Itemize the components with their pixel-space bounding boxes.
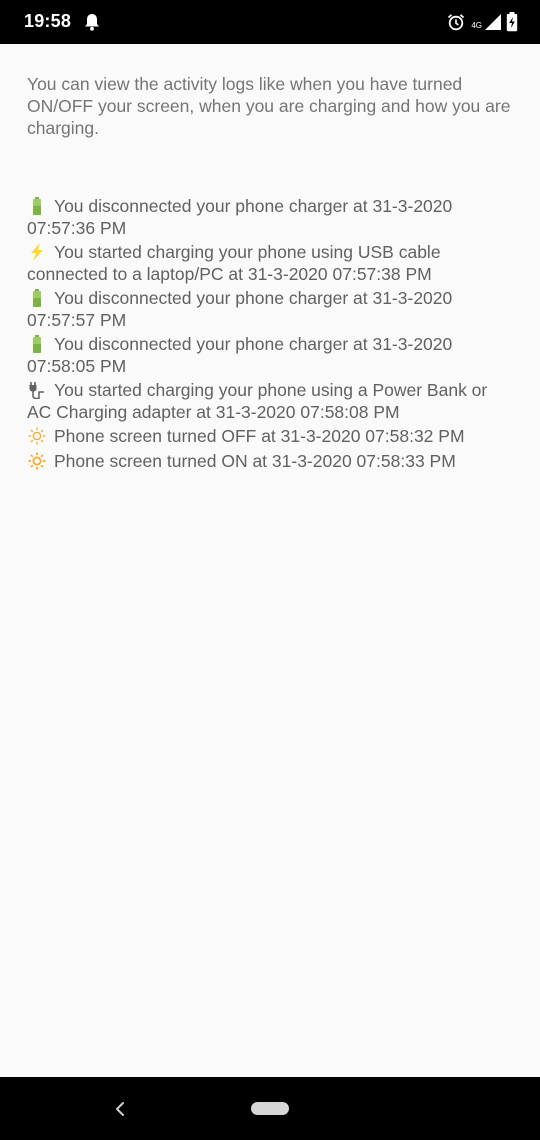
network-type-label: 4G	[471, 21, 482, 30]
sun-on-icon	[28, 452, 46, 469]
battery-icon	[33, 197, 41, 215]
log-entry: You disconnected your phone charger at 3…	[27, 196, 513, 239]
log-entry-text: You started charging your phone using a …	[27, 380, 488, 422]
log-entry-text: Phone screen turned ON at 31-3-2020 07:5…	[54, 450, 456, 471]
log-entry-text: You started charging your phone using US…	[27, 242, 441, 284]
alarm-icon	[448, 14, 465, 31]
navigation-bar	[0, 1077, 540, 1140]
log-entry: You started charging your phone using a …	[27, 380, 513, 423]
battery-charging-icon	[506, 12, 518, 32]
log-entry-text: You disconnected your phone charger at 3…	[27, 196, 453, 238]
activity-log-list: You disconnected your phone charger at 3…	[27, 196, 513, 472]
plug-icon	[29, 382, 44, 399]
notification-bell-icon	[85, 14, 99, 31]
back-button[interactable]	[108, 1097, 132, 1121]
battery-icon	[33, 335, 41, 353]
log-entry: Phone screen turned ON at 31-3-2020 07:5…	[27, 451, 513, 473]
signal-strength-icon	[485, 14, 501, 30]
log-entry-text: You disconnected your phone charger at 3…	[27, 334, 453, 376]
sun-off-icon	[28, 427, 46, 445]
log-entry: You disconnected your phone charger at 3…	[27, 288, 513, 331]
home-button[interactable]	[251, 1102, 289, 1115]
log-entry-text: Phone screen turned OFF at 31-3-2020 07:…	[54, 426, 465, 446]
lightning-icon	[31, 243, 43, 261]
status-time: 19:58	[24, 11, 72, 31]
log-entry: You disconnected your phone charger at 3…	[27, 334, 513, 377]
log-entry: You started charging your phone using US…	[27, 242, 513, 285]
activity-log-content: You can view the activity logs like when…	[27, 73, 513, 475]
battery-icon	[33, 289, 41, 307]
log-entry: Phone screen turned OFF at 31-3-2020 07:…	[27, 426, 513, 448]
log-entry-text: You disconnected your phone charger at 3…	[27, 288, 453, 330]
intro-text: You can view the activity logs like when…	[27, 74, 511, 138]
status-bar: 19:58 4G	[0, 0, 540, 44]
status-icons: 4G	[447, 11, 518, 33]
